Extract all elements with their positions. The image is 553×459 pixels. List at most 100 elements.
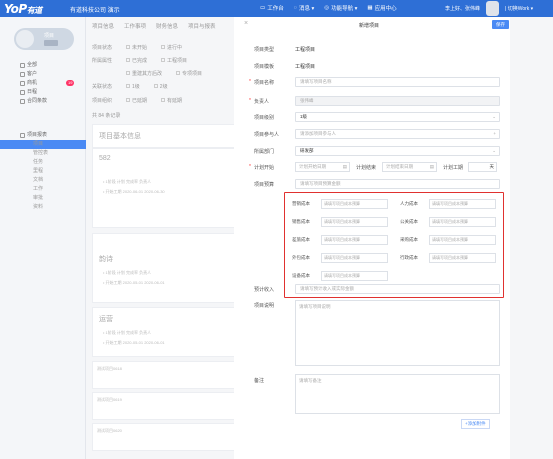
card-title: 582 — [99, 155, 111, 162]
project-card[interactable]: 项目基本信息 — [92, 124, 237, 148]
plan-end-date[interactable]: 计划结束日期 ▤ — [382, 162, 437, 172]
cost-input[interactable]: 请填写项目成本预算 — [321, 253, 388, 263]
tab-work[interactable]: 工作事项 — [124, 22, 146, 30]
desc-textarea[interactable]: 请填写项目说明 — [295, 300, 500, 366]
card-line: • 开始工期 2020-05-01 2020-06-01 — [103, 280, 165, 285]
name-label: * 项目名称 — [249, 79, 275, 86]
desktop-icon: ▭ — [260, 5, 266, 11]
level-select[interactable]: 1级 ⌄ — [295, 112, 500, 122]
income-input[interactable]: 请填写预计收入或实际金额 — [295, 284, 500, 294]
budget-input[interactable]: 请填写项目预算金额 — [295, 179, 500, 189]
card-line: • 1阶段 计划 完成率 负责人 — [103, 270, 152, 275]
sidebar-item-contract[interactable]: 合同条款 — [0, 97, 86, 106]
income-label: 预计收入 — [254, 287, 275, 293]
filter-row: 关联状态 1级 2级 — [92, 83, 168, 90]
filter-option[interactable]: 工程项目 — [161, 57, 187, 64]
filter-option[interactable]: 进行中 — [161, 44, 182, 51]
sidebar-item-all[interactable]: 全部 — [0, 61, 86, 70]
sidebar-sub-approval[interactable]: 审批 — [0, 194, 86, 203]
avatar[interactable] — [486, 1, 499, 16]
sidebar-sub-material[interactable]: 资料 — [0, 203, 86, 212]
compass-icon: ◎ — [324, 5, 330, 11]
plus-icon[interactable]: + — [493, 130, 496, 138]
filter-option[interactable]: 专项项目 — [176, 70, 202, 77]
chat-icon: ◌ — [293, 5, 297, 11]
nav-functions[interactable]: ◎ 功能导航 ▾ — [324, 4, 357, 12]
dept-select[interactable]: 研发部 ⌄ — [295, 146, 500, 156]
project-name-input[interactable]: 请填写项目名称 — [295, 77, 500, 87]
sidebar-sub-control[interactable]: 管控表 — [0, 149, 86, 158]
nav-workbench[interactable]: ▭ 工作台 — [260, 4, 284, 12]
cost-input[interactable]: 请填写项目成本预算 — [429, 199, 496, 209]
cost-label: 公关成本 — [400, 219, 418, 224]
cost-input[interactable]: 请填写项目成本预算 — [321, 199, 388, 209]
nav-messages[interactable]: ◌ 消息 ▾ — [294, 4, 315, 12]
plan-end-label: 计划结束 — [356, 165, 377, 171]
type-label: 项目类型 — [254, 47, 275, 53]
members-input[interactable]: 请添加项目参与人 + — [295, 129, 500, 139]
filter-option[interactable]: 有延期 — [161, 97, 182, 104]
bg-tabs: 项目信息 工作事项 财务信息 项目与报表 — [92, 22, 216, 30]
remark-textarea[interactable]: 请填写备注 — [295, 374, 500, 414]
chevron-down-icon: ⌄ — [492, 114, 496, 119]
calendar-icon: ▤ — [429, 164, 434, 169]
tab-finance[interactable]: 财务信息 — [156, 22, 178, 30]
tab-report[interactable]: 项目与报表 — [188, 22, 216, 30]
filter-option[interactable]: 已延期 — [126, 97, 147, 104]
cost-input[interactable]: 请填写项目成本预算 — [429, 253, 496, 263]
cost-label: 采购成本 — [400, 237, 418, 242]
filter-row: 项目组织 已延期 有延期 — [92, 97, 182, 104]
sidebar-item-customer[interactable]: 客户 — [0, 70, 86, 79]
cost-label: 销售成本 — [292, 219, 310, 224]
sidebar-sub-document[interactable]: 文档 — [0, 176, 86, 185]
sidebar-section: 项目报表 项目 管控表 任务 里程 文档 工作 审批 资料 — [0, 131, 86, 212]
cost-input[interactable]: 请填写项目成本预算 — [429, 217, 496, 227]
home-icon — [20, 63, 25, 68]
remark-label: 备注 — [254, 378, 265, 384]
filter-row: 所属属性 已完成 工程项目 — [92, 57, 187, 64]
filter-option[interactable]: 1级 — [126, 83, 140, 90]
owner-field[interactable]: 张伟峰 — [295, 96, 500, 106]
duration-input[interactable]: 天 — [468, 162, 497, 172]
filter-option[interactable]: 未开始 — [126, 44, 147, 51]
switch-work-button[interactable]: | 切换Work ▾ — [505, 5, 533, 12]
sidebar-sub-milestone[interactable]: 里程 — [0, 167, 86, 176]
nav-app-center[interactable]: ▦ 应用中心 — [367, 4, 396, 12]
add-attachment-button[interactable]: +添加附件 — [461, 419, 490, 429]
sidebar-section-title[interactable]: 项目报表 — [0, 131, 86, 140]
card-line: • 开始工期 2020-06-01 2020-06-30 — [103, 189, 165, 194]
project-card[interactable]: 运营 • 1阶段 计划 完成率 负责人 • 开始工期 2020-05-01 20… — [92, 307, 237, 357]
sidebar-item-schedule[interactable]: 日程 — [0, 88, 86, 97]
sidebar-sub-task[interactable]: 任务 — [0, 158, 86, 167]
cost-input[interactable]: 请填写项目成本预算 — [321, 271, 388, 281]
project-card[interactable]: 项目 — [14, 28, 74, 50]
filter-row: 重建其方后改 专项项目 — [126, 70, 202, 77]
plan-start-date[interactable]: 计划开始日期 ▤ — [295, 162, 350, 172]
table-row[interactable]: 测试项目0619 — [92, 392, 237, 420]
filter-label: 所属属性 — [92, 58, 113, 64]
save-button[interactable]: 保存 — [492, 20, 509, 29]
project-card[interactable]: 韵诗 • 1阶段 计划 完成率 负责人 • 开始工期 2020-05-01 20… — [92, 233, 237, 303]
sidebar-sub-work[interactable]: 工作 — [0, 185, 86, 194]
sidebar-sub-project[interactable]: 项目 — [0, 140, 86, 149]
project-card[interactable]: 582 • 1阶段 计划 完成率 负责人 • 开始工期 2020-06-01 2… — [92, 148, 237, 228]
table-row[interactable]: 测试项目0620 — [92, 423, 237, 451]
sidebar-item-opportunity[interactable]: 商机 19 — [0, 79, 86, 88]
top-nav: ▭ 工作台 ◌ 消息 ▾ ◎ 功能导航 ▾ ▦ 应用中心 — [260, 4, 397, 12]
cost-label: 营销成本 — [292, 201, 310, 206]
app-logo[interactable]: YoP有道 — [4, 2, 42, 16]
tab-project-info[interactable]: 项目信息 — [92, 22, 114, 30]
user-name[interactable]: 李上好、张伟峰 — [445, 5, 480, 12]
filter-option[interactable]: 已完成 — [126, 57, 147, 64]
cost-input[interactable]: 请填写项目成本预算 — [321, 217, 388, 227]
grid-icon: ▦ — [367, 5, 373, 11]
cost-input[interactable]: 请填写项目成本预算 — [321, 235, 388, 245]
sidebar: 项目 全部 客户 商机 19 日程 合同条款 项目报表 项目 管控表 任务 里程 … — [0, 17, 86, 459]
cost-label: 行政成本 — [400, 255, 418, 260]
close-icon[interactable]: × — [244, 20, 248, 27]
filter-option[interactable]: 2级 — [153, 83, 168, 90]
card-title: 韵诗 — [99, 256, 113, 263]
filter-option[interactable]: 重建其方后改 — [126, 70, 162, 77]
table-row[interactable]: 测试项目0618 — [92, 361, 237, 389]
cost-input[interactable]: 请填写项目成本预算 — [429, 235, 496, 245]
